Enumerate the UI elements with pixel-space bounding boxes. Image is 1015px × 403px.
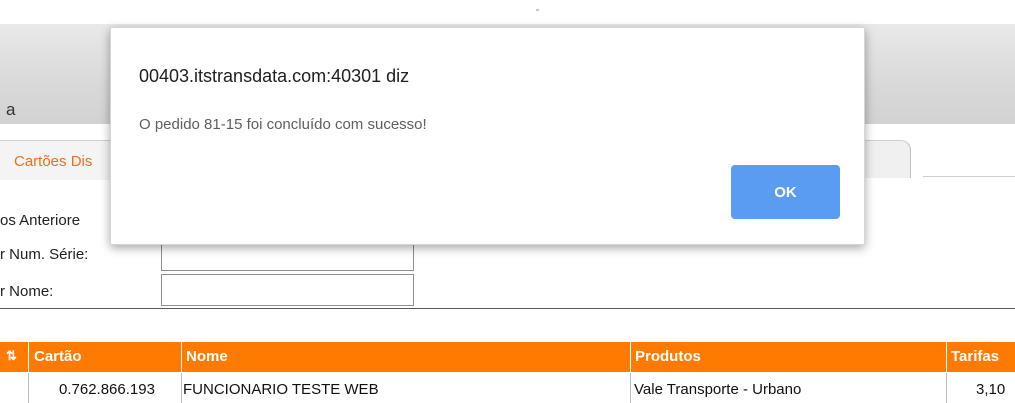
- dialog-title: 00403.itstransdata.com:40301 diz: [139, 66, 410, 86]
- header-title: a: [6, 100, 16, 119]
- filter-serie-label: r Num. Série:: [0, 246, 89, 263]
- col-header-nome[interactable]: Nome: [186, 348, 228, 365]
- tab-cartoes-label: Cartões Dis: [14, 153, 93, 170]
- col-header-produtos[interactable]: Produtos: [635, 348, 701, 365]
- cell-tarifas: 3,10: [976, 381, 1006, 398]
- alert-dialog: 00403.itstransdata.com:40301 diz O pedid…: [110, 27, 865, 245]
- cell-divider: [630, 373, 631, 403]
- filter-anteriores-label: os Anteriore: [0, 212, 81, 229]
- dialog-message: O pedido 81-15 foi concluído com sucesso…: [139, 116, 427, 133]
- tab-cartoes-disponiveis[interactable]: Cartões Dis: [0, 140, 115, 180]
- top-divider-mark: [536, 9, 539, 11]
- cell-divider: [946, 373, 947, 403]
- cell-divider: [28, 373, 29, 403]
- filter-separator: [0, 308, 1015, 309]
- table-row[interactable]: 0.762.866.193 FUNCIONARIO TESTE WEB Vale…: [0, 373, 1015, 403]
- browser-top-strip: [0, 0, 1015, 14]
- cell-divider: [181, 373, 182, 403]
- cell-nome: FUNCIONARIO TESTE WEB: [183, 381, 379, 398]
- col-header-tarifas[interactable]: Tarifas: [951, 348, 999, 365]
- cell-cartao: 0.762.866.193: [59, 381, 155, 398]
- col-header-cartao[interactable]: Cartão: [34, 348, 82, 365]
- nome-input[interactable]: [161, 274, 414, 306]
- cell-produtos: Vale Transporte - Urbano: [634, 381, 802, 398]
- ok-button[interactable]: OK: [731, 165, 840, 219]
- filter-nome-label: r Nome:: [0, 283, 54, 300]
- sort-icon[interactable]: ⇅: [6, 348, 17, 364]
- table-header: ⇅ Cartão Nome Produtos Tarifas: [0, 342, 1015, 403]
- tab-baseline: [923, 176, 1015, 177]
